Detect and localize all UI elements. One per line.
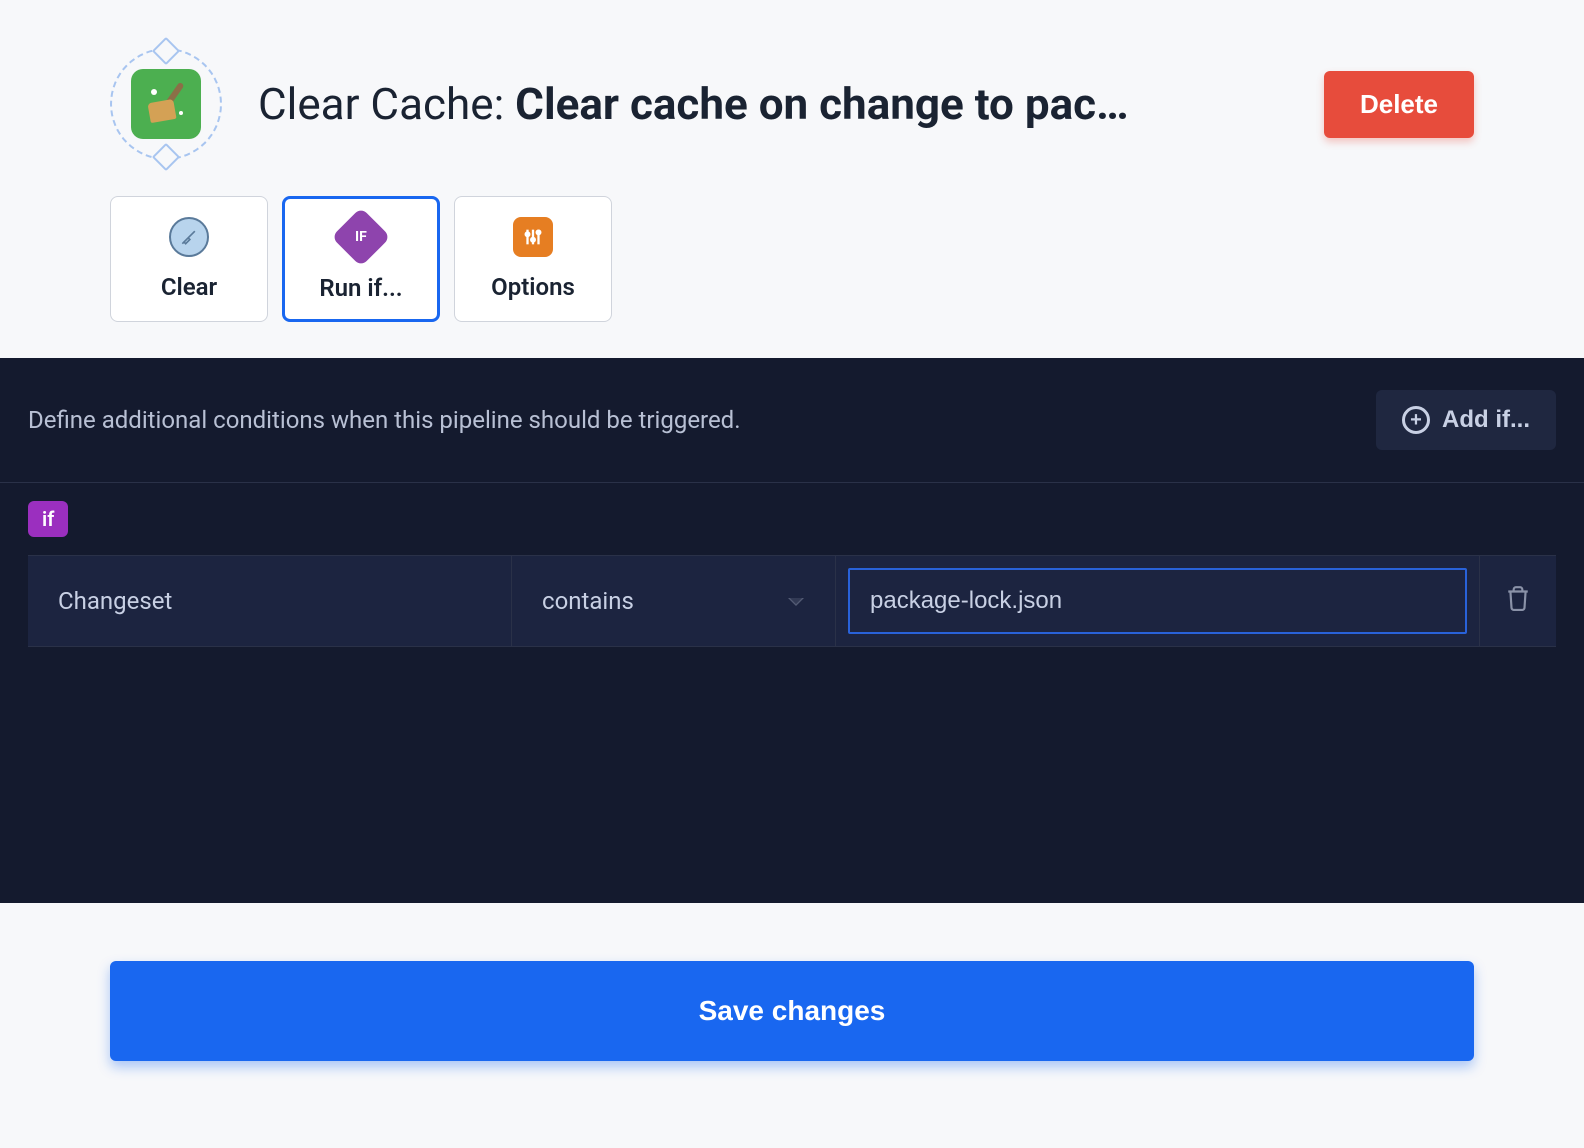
tab-options[interactable]: Options: [454, 196, 612, 322]
broom-icon: [169, 217, 209, 257]
action-icon-badge: [110, 48, 222, 160]
tab-label: Options: [491, 273, 575, 301]
title-area: Clear Cache: Clear cache on change to pa…: [258, 78, 1288, 130]
tab-label: Run if...: [319, 274, 402, 302]
condition-field-select[interactable]: Changeset: [28, 556, 512, 646]
delete-condition-button[interactable]: [1480, 556, 1556, 646]
add-if-button[interactable]: + Add if...: [1376, 390, 1556, 450]
tab-clear[interactable]: Clear: [110, 196, 268, 322]
tab-run-if[interactable]: IF Run if...: [282, 196, 440, 322]
condition-value-input[interactable]: [848, 568, 1467, 634]
if-icon: IF: [331, 207, 390, 266]
sliders-icon: [513, 217, 553, 257]
panel-description: Define additional conditions when this p…: [28, 406, 741, 434]
condition-value-cell: [836, 556, 1480, 646]
page-title: Clear Cache: Clear cache on change to pa…: [258, 78, 1288, 130]
delete-button[interactable]: Delete: [1324, 71, 1474, 138]
condition-section: if Changeset contains: [0, 483, 1584, 647]
conditions-panel: Define additional conditions when this p…: [0, 358, 1584, 903]
save-changes-button[interactable]: Save changes: [110, 961, 1474, 1061]
tabs-row: Clear IF Run if... Options: [0, 160, 1584, 322]
footer: Save changes: [0, 903, 1584, 1119]
condition-operator-select[interactable]: contains: [512, 556, 836, 646]
condition-row: Changeset contains: [28, 555, 1556, 647]
panel-header: Define additional conditions when this p…: [0, 358, 1584, 483]
chevron-down-icon: [787, 587, 805, 615]
plus-circle-icon: +: [1402, 406, 1430, 434]
trash-icon: [1505, 584, 1531, 618]
if-badge: if: [28, 501, 68, 537]
clear-cache-icon: [131, 69, 201, 139]
tab-label: Clear: [161, 273, 217, 301]
page-header: Clear Cache: Clear cache on change to pa…: [0, 0, 1584, 160]
